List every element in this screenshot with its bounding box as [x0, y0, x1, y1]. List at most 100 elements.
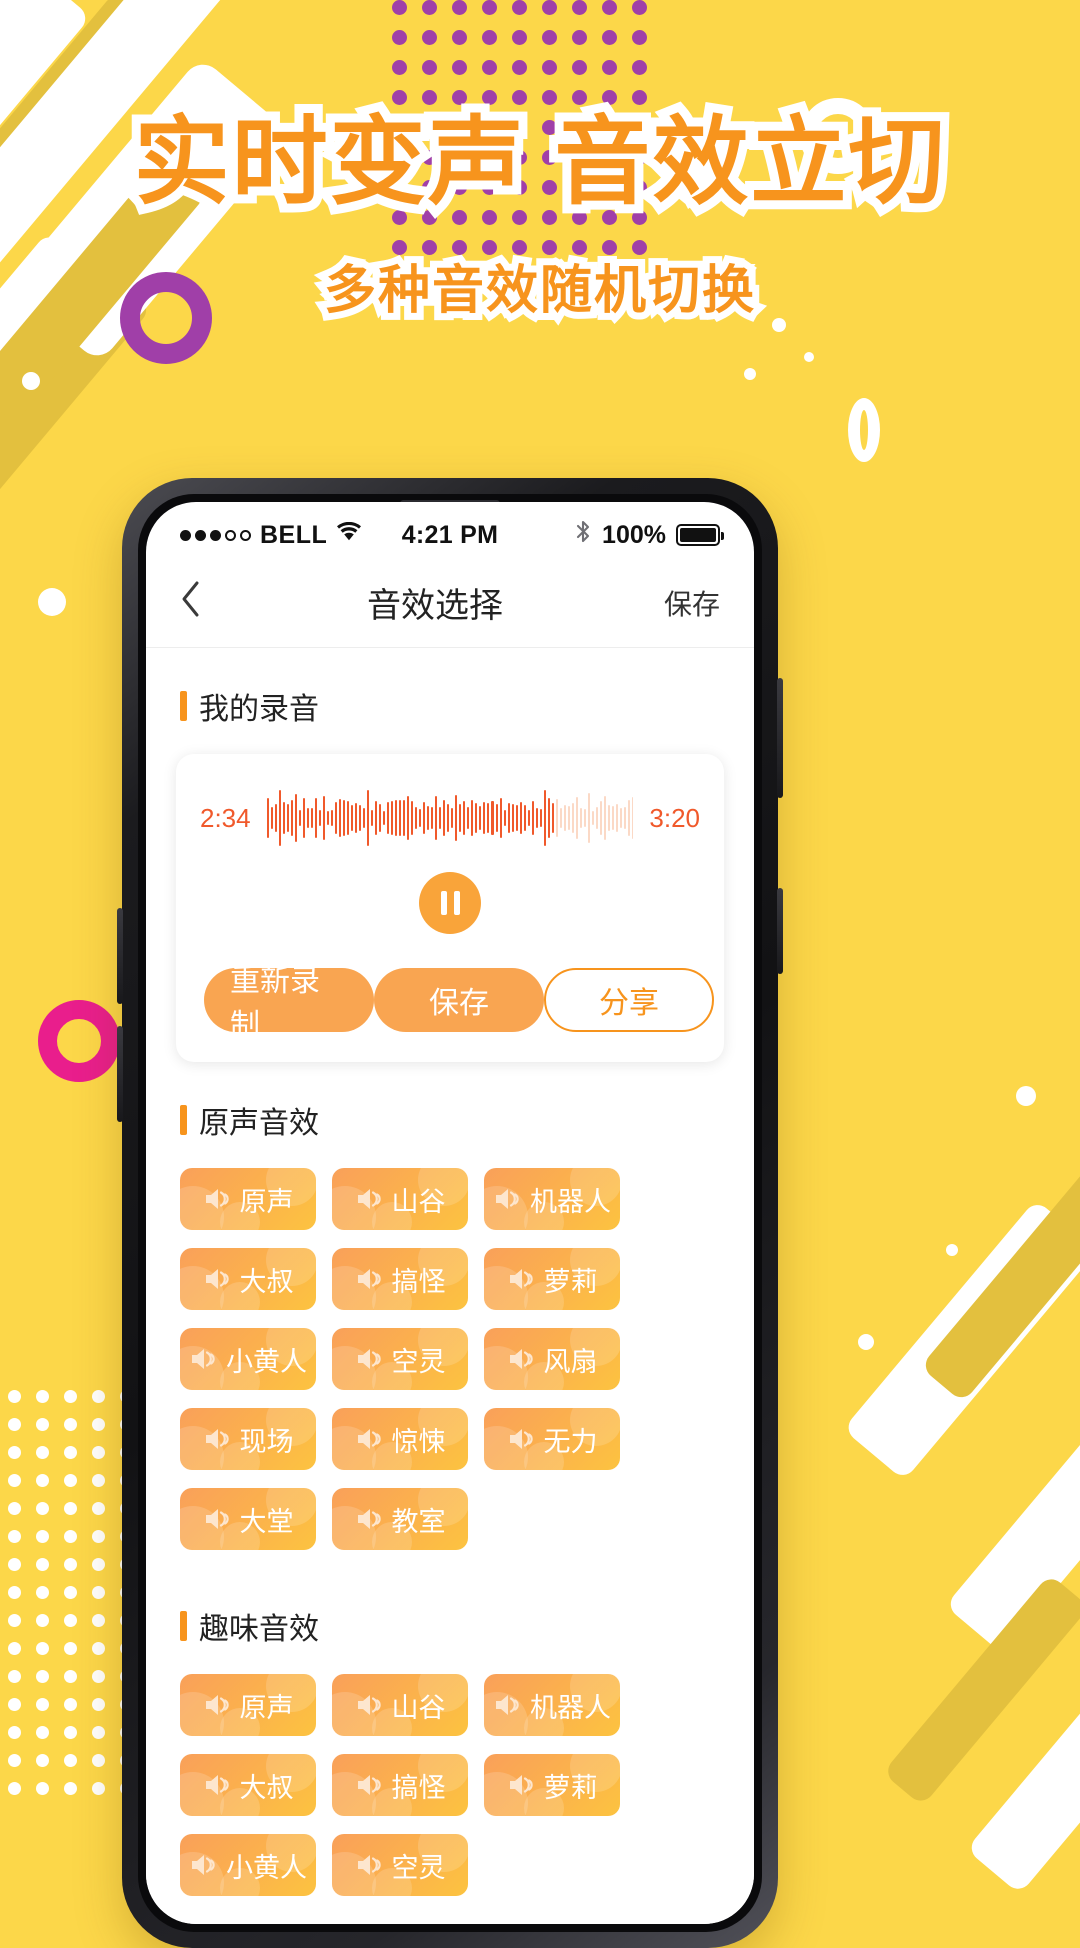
save-recording-button[interactable]: 保存: [374, 968, 544, 1032]
waveform-bar: [483, 801, 486, 835]
effect-chip[interactable]: 空灵: [332, 1834, 468, 1896]
decor-dot: [542, 30, 557, 45]
decor-dot: [602, 0, 617, 15]
waveform-bar: [527, 809, 530, 827]
power-button[interactable]: [777, 678, 783, 798]
waveform-bar: [314, 798, 317, 838]
waveform-bar: [495, 803, 498, 833]
decor-dot: [36, 1530, 49, 1543]
effect-sections: 原声音效 原声 山谷 机器人 大叔 搞怪 萝莉 小黄人 空灵 风扇 现场 惊悚 无力 大堂 教室 趣味音效 原声…: [146, 1062, 754, 1896]
decor-dot: [452, 0, 467, 15]
effect-chip[interactable]: 山谷: [332, 1674, 468, 1736]
phone-mockup: BELL 4:21 PM 100% 音效选择 保存 我的录音 2:34 3:20…: [117, 478, 783, 1948]
effect-chip[interactable]: 机器人: [484, 1674, 620, 1736]
waveform-bar: [274, 803, 277, 833]
side-button-lower[interactable]: [777, 888, 783, 974]
nav-bar: 音效选择 保存: [146, 558, 754, 648]
effect-chip-label: 小黄人: [226, 1852, 307, 1883]
waveform-bar: [423, 802, 426, 834]
decor-dot: [64, 1586, 77, 1599]
decor-ring-white-small: [848, 398, 880, 462]
waveform-bar: [391, 801, 394, 835]
effect-chip[interactable]: 原声: [180, 1168, 316, 1230]
effect-chip-label: 萝莉: [543, 1772, 598, 1803]
effect-chip[interactable]: 搞怪: [332, 1754, 468, 1816]
button-label: 分享: [599, 987, 659, 1020]
recording-actions: 重新录制 保存 分享: [200, 965, 714, 1042]
waveform-bar: [415, 806, 418, 830]
decor-dot: [858, 1334, 874, 1350]
decor-dot: [452, 60, 467, 75]
section-label: 趣味音效: [199, 1613, 319, 1646]
waveform-bar: [587, 792, 590, 844]
decor-dot: [64, 1642, 77, 1655]
effect-chip[interactable]: 现场: [180, 1408, 316, 1470]
nav-title: 音效选择: [367, 587, 503, 625]
decor-dot: [512, 0, 527, 15]
effect-chip[interactable]: 空灵: [332, 1328, 468, 1390]
effect-chip[interactable]: 大叔: [180, 1248, 316, 1310]
speaker-icon: [192, 1349, 215, 1369]
waveform-bar: [559, 807, 562, 829]
decor-dot: [8, 1754, 21, 1767]
effect-chip-label: 惊悚: [391, 1426, 446, 1457]
decor-dot: [36, 1586, 49, 1599]
effect-chip[interactable]: 萝莉: [484, 1248, 620, 1310]
decor-dot: [422, 30, 437, 45]
decor-dot: [36, 1614, 49, 1627]
decor-dot: [36, 1698, 49, 1711]
decor-dot: [92, 1390, 105, 1403]
speaker-icon: [192, 1855, 215, 1875]
waveform[interactable]: [266, 788, 634, 848]
waveform-bar: [463, 800, 466, 836]
waveform-bar: [563, 804, 566, 832]
effect-chip[interactable]: 搞怪: [332, 1248, 468, 1310]
section-title-my-recording: 我的录音: [146, 648, 754, 728]
speaker-icon: [357, 1349, 381, 1369]
decor-dot: [572, 30, 587, 45]
screen-content[interactable]: 我的录音 2:34 3:20 重新录制 保存 分享 原声音效 原声 山谷 机器人 大叔 搞怪萝…: [146, 648, 754, 1924]
decor-dot: [8, 1614, 21, 1627]
nav-save-button[interactable]: 保存: [630, 583, 720, 623]
volume-up-button[interactable]: [117, 908, 123, 1004]
decor-dot: [92, 1614, 105, 1627]
decor-dot: [64, 1418, 77, 1431]
decor-dot: [92, 1726, 105, 1739]
share-button[interactable]: 分享: [544, 968, 714, 1032]
volume-down-button[interactable]: [117, 1026, 123, 1122]
effect-chip[interactable]: 大堂: [180, 1488, 316, 1550]
effect-chip[interactable]: 小黄人: [180, 1328, 316, 1390]
decor-dot: [632, 0, 647, 15]
effect-chip-label: 山谷: [391, 1692, 446, 1723]
re-record-button[interactable]: 重新录制: [204, 965, 374, 1042]
pause-icon[interactable]: [419, 872, 481, 934]
section-accent-bar: [180, 1611, 187, 1641]
effect-chip[interactable]: 小黄人: [180, 1834, 316, 1896]
effect-chip[interactable]: 萝莉: [484, 1754, 620, 1816]
effect-chip[interactable]: 教室: [332, 1488, 468, 1550]
effect-chip[interactable]: 大叔: [180, 1754, 316, 1816]
effect-chip-label: 大堂: [239, 1506, 294, 1537]
decor-dot: [542, 0, 557, 15]
effect-chip-label: 教室: [391, 1506, 446, 1537]
waveform-bar: [342, 800, 345, 836]
effect-chip[interactable]: 山谷: [332, 1168, 468, 1230]
decor-dot: [36, 1474, 49, 1487]
decor-dot: [92, 1558, 105, 1571]
effect-chip-label: 无力: [543, 1426, 598, 1457]
waveform-bar: [539, 809, 542, 827]
decor-ring-magenta: [38, 1000, 120, 1082]
effect-chip[interactable]: 惊悚: [332, 1408, 468, 1470]
decor-dot: [64, 1754, 77, 1767]
status-bar-left: BELL: [180, 521, 402, 550]
effect-chip[interactable]: 无力: [484, 1408, 620, 1470]
effect-chip[interactable]: 风扇: [484, 1328, 620, 1390]
effect-chip[interactable]: 原声: [180, 1674, 316, 1736]
button-label: 保存: [429, 987, 489, 1020]
speaker-icon: [205, 1775, 229, 1795]
effect-chip[interactable]: 机器人: [484, 1168, 620, 1230]
waveform-bar: [595, 807, 598, 829]
decor-dot: [36, 1390, 49, 1403]
decor-dot: [542, 90, 557, 105]
back-button[interactable]: [180, 579, 240, 626]
